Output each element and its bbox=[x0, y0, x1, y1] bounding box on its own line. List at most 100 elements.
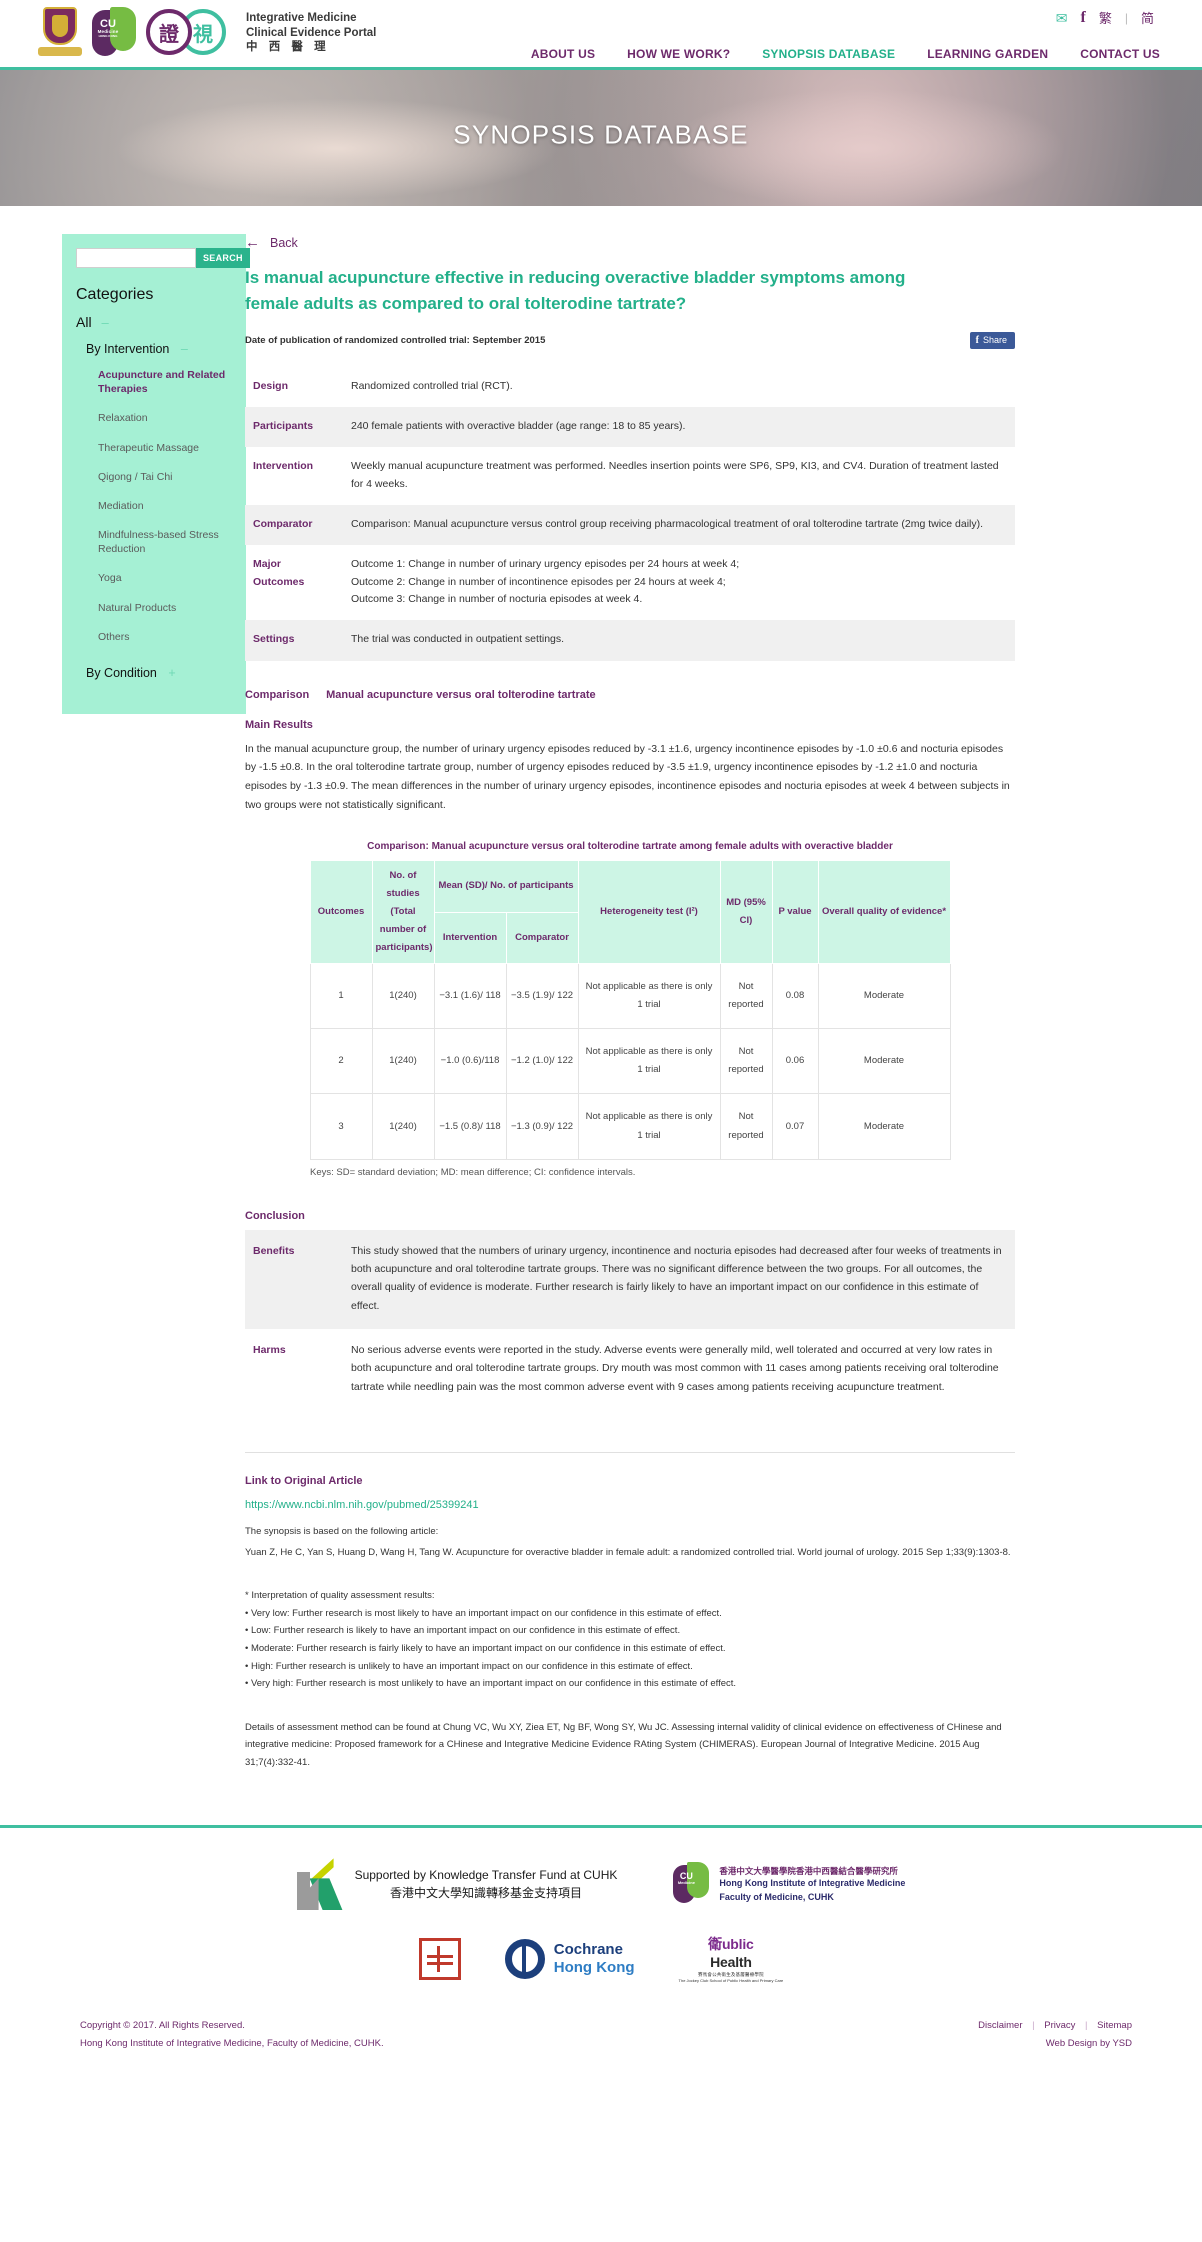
cell-heterogeneity: Not applicable as there is only 1 trial bbox=[577, 1093, 721, 1160]
publication-date: Date of publication of randomized contro… bbox=[245, 334, 546, 346]
col-overall-quality: Overall quality of evidence* bbox=[817, 860, 951, 965]
content-wrapper: SEARCH Categories All – By Intervention … bbox=[0, 206, 1202, 1771]
cochrane-line-2: Hong Kong bbox=[553, 1958, 635, 1976]
nav-item-contact-us[interactable]: CONTACT US bbox=[1080, 47, 1160, 61]
table-row: Comparator Comparison: Manual acupunctur… bbox=[245, 504, 1015, 546]
cell-outcome: 1 bbox=[309, 963, 373, 1030]
sidebar-item-relaxation[interactable]: Relaxation bbox=[98, 411, 234, 425]
categories-heading: Categories bbox=[76, 286, 154, 303]
by-intervention-toggle-icon[interactable]: – bbox=[181, 342, 188, 356]
by-condition-label: By Condition bbox=[86, 665, 157, 680]
facebook-share-button[interactable]: f Share bbox=[969, 331, 1015, 349]
copyright-row: Copyright © 2017. All Rights Reserved. H… bbox=[0, 1983, 1202, 2071]
hkiim-text-en1: Hong Kong Institute of Integrative Medic… bbox=[719, 1878, 906, 1889]
category-all-toggle-icon[interactable]: – bbox=[101, 315, 108, 330]
header-utility-bar: ✉ f 繁 | 简 bbox=[1056, 8, 1154, 27]
page-root: CU Medicine HONG KONG 證 視 Integrative Me… bbox=[0, 0, 1202, 2082]
by-condition-toggle-icon[interactable]: + bbox=[168, 666, 175, 680]
hkiim-text: 香港中文大學醫學院香港中西醫結合醫學研究所 Hong Kong Institut… bbox=[719, 1865, 905, 1905]
cell-heterogeneity: Not applicable as there is only 1 trial bbox=[577, 1028, 721, 1095]
sidebar-item-therapeutic-massage[interactable]: Therapeutic Massage bbox=[98, 441, 234, 455]
interp-bullet-very-low: • Very low: Further research is most lik… bbox=[245, 1607, 722, 1619]
comparison-value: Manual acupuncture versus oral tolterodi… bbox=[326, 688, 596, 701]
conclusion-table: Benefits This study showed that the numb… bbox=[245, 1229, 1015, 1411]
hkiim-text-en2: Faculty of Medicine, CUHK bbox=[719, 1891, 834, 1902]
cell-comparator: −1.2 (1.0)/ 122 bbox=[505, 1028, 579, 1095]
page-banner: SYNOPSIS DATABASE bbox=[0, 70, 1202, 206]
by-condition-row[interactable]: By Condition + bbox=[86, 666, 234, 680]
footer-logos-row-1: Supported by Knowledge Transfer Fund at … bbox=[0, 1858, 1202, 1911]
intervention-list: Acupuncture and Related Therapies Relaxa… bbox=[98, 368, 234, 644]
back-arrow-icon: ← bbox=[245, 234, 260, 251]
row-label-benefits: Benefits bbox=[245, 1229, 345, 1330]
jcsph-top-glyph: 衛ublic bbox=[708, 1936, 754, 1953]
nav-item-how-we-work[interactable]: HOW WE WORK? bbox=[627, 47, 730, 61]
banner-title: SYNOPSIS DATABASE bbox=[453, 119, 749, 150]
sidebar-item-yoga[interactable]: Yoga bbox=[98, 571, 234, 585]
footer-links: Disclaimer | Privacy | Sitemap Web Desig… bbox=[978, 2017, 1132, 2053]
nav-item-learning-garden[interactable]: LEARNING GARDEN bbox=[927, 47, 1048, 61]
cell-intervention: −3.1 (1.6)/ 118 bbox=[433, 963, 507, 1030]
brand-line-3: 中 西 醫 理 bbox=[246, 41, 330, 54]
row-label-major-outcomes: Major Outcomes bbox=[253, 558, 305, 588]
sidebar-item-mediation[interactable]: Mediation bbox=[98, 499, 234, 513]
cell-comparator: −3.5 (1.9)/ 122 bbox=[505, 963, 579, 1030]
ktf-text-en: Supported by Knowledge Transfer Fund at … bbox=[354, 1868, 618, 1883]
footer-link-disclaimer[interactable]: Disclaimer bbox=[978, 2020, 1022, 2031]
group-by-intervention: By Intervention – Acupuncture and Relate… bbox=[86, 342, 234, 644]
study-info-table: Design Randomized controlled trial (RCT)… bbox=[245, 367, 1015, 661]
brand-text: Integrative Medicine Clinical Evidence P… bbox=[246, 11, 376, 54]
mail-icon[interactable]: ✉ bbox=[1056, 11, 1068, 25]
sidebar-item-others[interactable]: Others bbox=[98, 630, 234, 644]
sidebar-item-qigong-tai-chi[interactable]: Qigong / Tai Chi bbox=[98, 470, 234, 484]
sidebar-item-acupuncture[interactable]: Acupuncture and Related Therapies bbox=[98, 368, 234, 396]
nav-item-synopsis-database[interactable]: SYNOPSIS DATABASE bbox=[762, 47, 895, 61]
cochrane-line-1: Cochrane bbox=[553, 1941, 623, 1959]
footer-link-privacy[interactable]: Privacy bbox=[1044, 2020, 1075, 2031]
cell-heterogeneity: Not applicable as there is only 1 trial bbox=[577, 963, 721, 1030]
lang-traditional-link[interactable]: 繁 bbox=[1099, 8, 1112, 27]
ktf-text: Supported by Knowledge Transfer Fund at … bbox=[355, 1866, 618, 1902]
footer-link-sitemap[interactable]: Sitemap bbox=[1097, 2020, 1132, 2031]
ktf-text-cn: 香港中文大學知識轉移基金支持項目 bbox=[389, 1886, 582, 1901]
category-all-label: All bbox=[76, 314, 92, 330]
facebook-icon[interactable]: f bbox=[1081, 9, 1086, 27]
table-row: Participants 240 female patients with ov… bbox=[245, 407, 1015, 448]
main-column: ← Back Is manual acupuncture effective i… bbox=[245, 234, 1015, 1771]
link-heading: Link to Original Article bbox=[245, 1452, 1015, 1487]
sidebar-item-mbsr[interactable]: Mindfulness-based Stress Reduction bbox=[98, 528, 234, 556]
category-all[interactable]: All – bbox=[76, 314, 234, 330]
row-value-comparator: Comparison: Manual acupuncture versus co… bbox=[345, 504, 1015, 546]
row-value-settings: The trial was conducted in outpatient se… bbox=[345, 620, 1015, 661]
cell-p-value: 0.08 bbox=[771, 963, 819, 1030]
original-article-link[interactable]: https://www.ncbi.nlm.nih.gov/pubmed/2539… bbox=[245, 1499, 1015, 1511]
cell-intervention: −1.5 (0.8)/ 118 bbox=[433, 1093, 507, 1160]
page-title: Is manual acupuncture effective in reduc… bbox=[245, 268, 906, 314]
jcsph-en: The Jockey Club School of Public Health … bbox=[678, 1978, 784, 1984]
web-design-credit: Web Design by YSD bbox=[1045, 2038, 1132, 2050]
jcsph-top-1: 衛ublic bbox=[679, 1934, 784, 1954]
back-link[interactable]: ← Back bbox=[245, 234, 1015, 251]
cell-md: Not reported bbox=[719, 963, 773, 1030]
nav-item-about-us[interactable]: ABOUT US bbox=[531, 47, 595, 61]
lang-simplified-link[interactable]: 简 bbox=[1141, 8, 1154, 27]
table-row: Harms No serious adverse events were rep… bbox=[245, 1329, 1015, 1410]
cuhk-crest-icon bbox=[38, 7, 82, 59]
chinese-seal-icon bbox=[418, 1937, 461, 1980]
comparison-label: Comparison bbox=[245, 688, 310, 701]
conclusion-heading: Conclusion bbox=[245, 1209, 305, 1222]
col-p-value: P value bbox=[771, 860, 819, 965]
ktf-logo-block: Supported by Knowledge Transfer Fund at … bbox=[296, 1858, 618, 1911]
table-header-row: Outcomes No. of studies (Total number of… bbox=[309, 860, 951, 965]
date-share-row: Date of publication of randomized contro… bbox=[245, 331, 1015, 349]
by-intervention-row[interactable]: By Intervention – bbox=[86, 342, 234, 356]
copyright-line-1: Copyright © 2017. All Rights Reserved. bbox=[80, 2020, 245, 2032]
sidebar-item-natural-products[interactable]: Natural Products bbox=[98, 601, 234, 615]
col-heterogeneity: Heterogeneity test (I²) bbox=[577, 860, 721, 965]
jcsph-logo-block: 衛ublic Health 賽馬會公共衛生及基層醫療學院 The Jockey … bbox=[679, 1934, 784, 1983]
site-header: CU Medicine HONG KONG 證 視 Integrative Me… bbox=[0, 0, 1202, 70]
portal-mark-icon: 證 視 bbox=[146, 6, 232, 60]
search-input[interactable] bbox=[76, 248, 196, 268]
search-button[interactable]: SEARCH bbox=[196, 248, 250, 268]
cell-studies: 1(240) bbox=[371, 963, 435, 1030]
